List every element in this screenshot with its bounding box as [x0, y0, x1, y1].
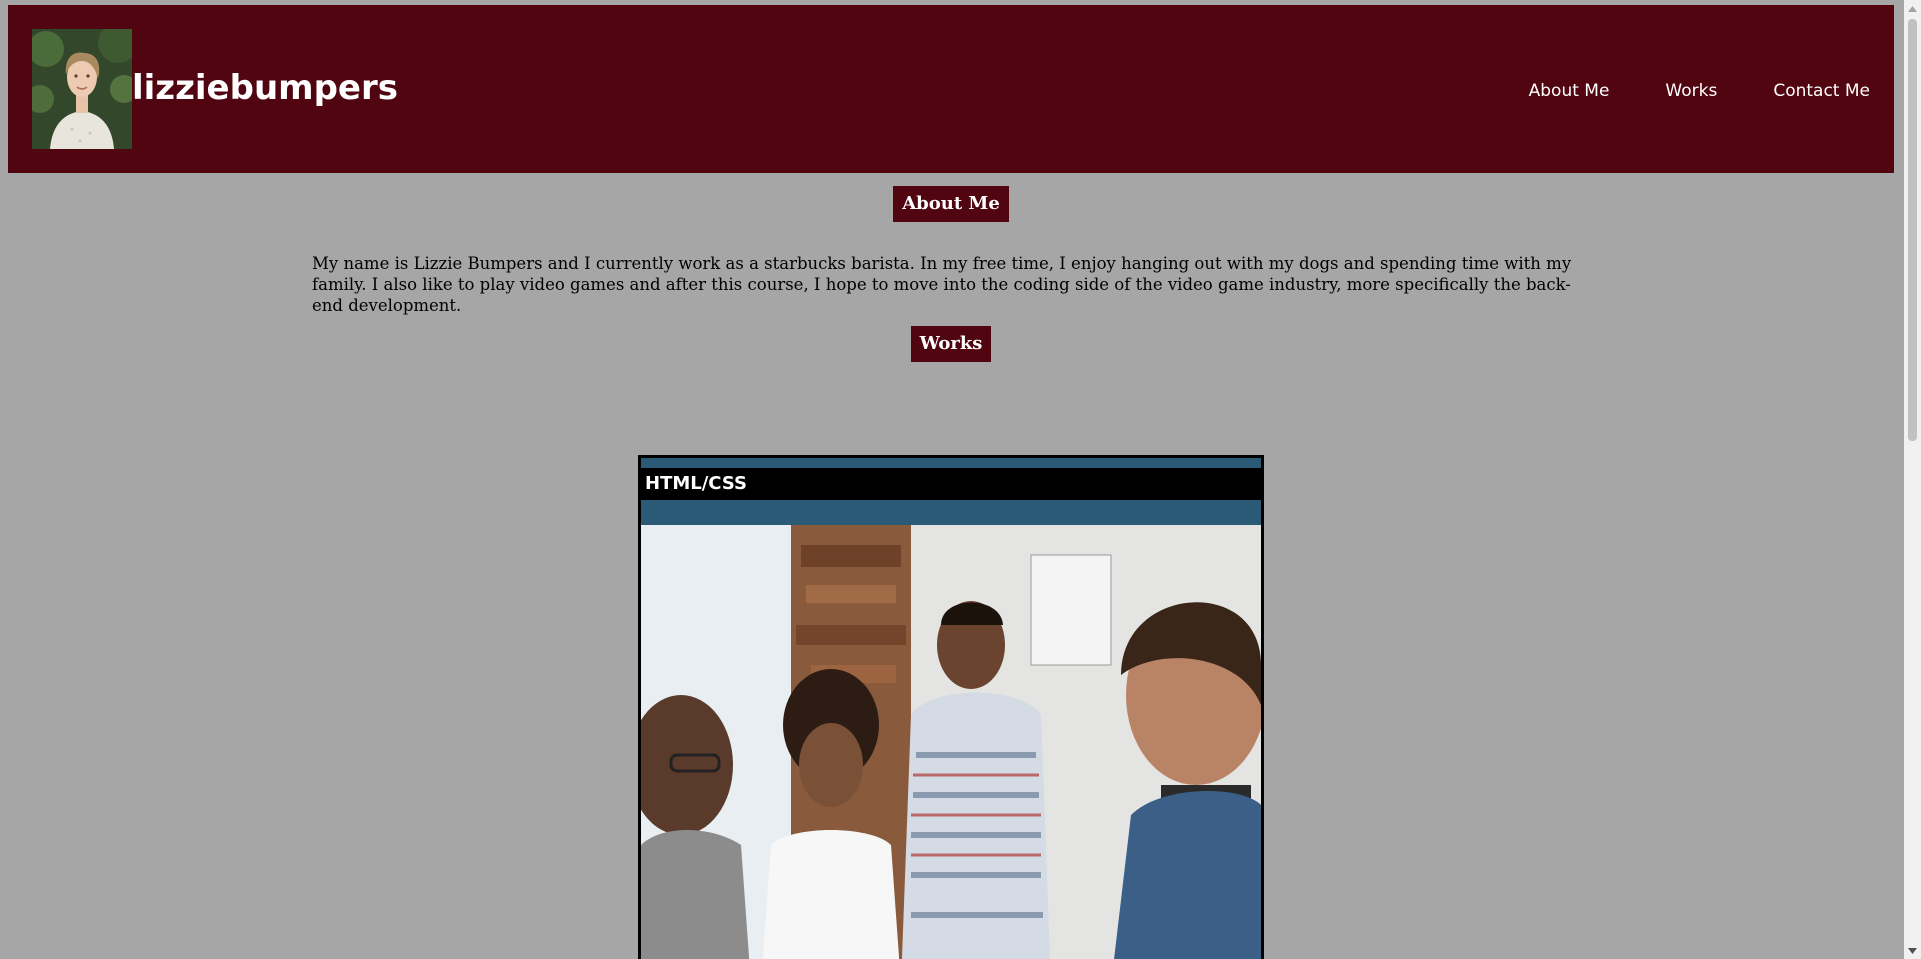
nav-link-about-me[interactable]: About Me: [1529, 81, 1610, 101]
work-card-html-css[interactable]: HTML/CSS: [638, 455, 1264, 959]
site-header: lizziebumpers About Me Works Contact Me: [8, 5, 1894, 173]
works-heading: Works: [0, 326, 1902, 362]
site-title: lizziebumpers: [132, 68, 398, 108]
browser-viewport: lizziebumpers About Me Works Contact Me …: [0, 0, 1921, 959]
nav-link-contact-me[interactable]: Contact Me: [1773, 81, 1870, 101]
avatar-photo: [32, 29, 132, 149]
about-heading: About Me: [0, 186, 1902, 222]
about-text: My name is Lizzie Bumpers and I currentl…: [312, 254, 1572, 315]
main-nav: About Me Works Contact Me: [1529, 81, 1870, 101]
nav-link-works[interactable]: Works: [1665, 81, 1717, 101]
work-card-label: HTML/CSS: [641, 468, 1261, 500]
works-heading-label: Works: [910, 326, 992, 362]
scrollbar-thumb[interactable]: [1908, 19, 1917, 441]
nav-item-about: About Me: [1529, 81, 1610, 101]
scroll-down-icon[interactable]: [1904, 942, 1921, 959]
scroll-up-icon[interactable]: [1904, 0, 1921, 17]
nav-item-contact: Contact Me: [1773, 81, 1870, 101]
vertical-scrollbar[interactable]: [1904, 0, 1921, 959]
team-meeting-photo: [641, 525, 1261, 959]
nav-item-works: Works: [1665, 81, 1717, 101]
about-heading-label: About Me: [893, 186, 1009, 222]
avatar: [32, 29, 132, 149]
